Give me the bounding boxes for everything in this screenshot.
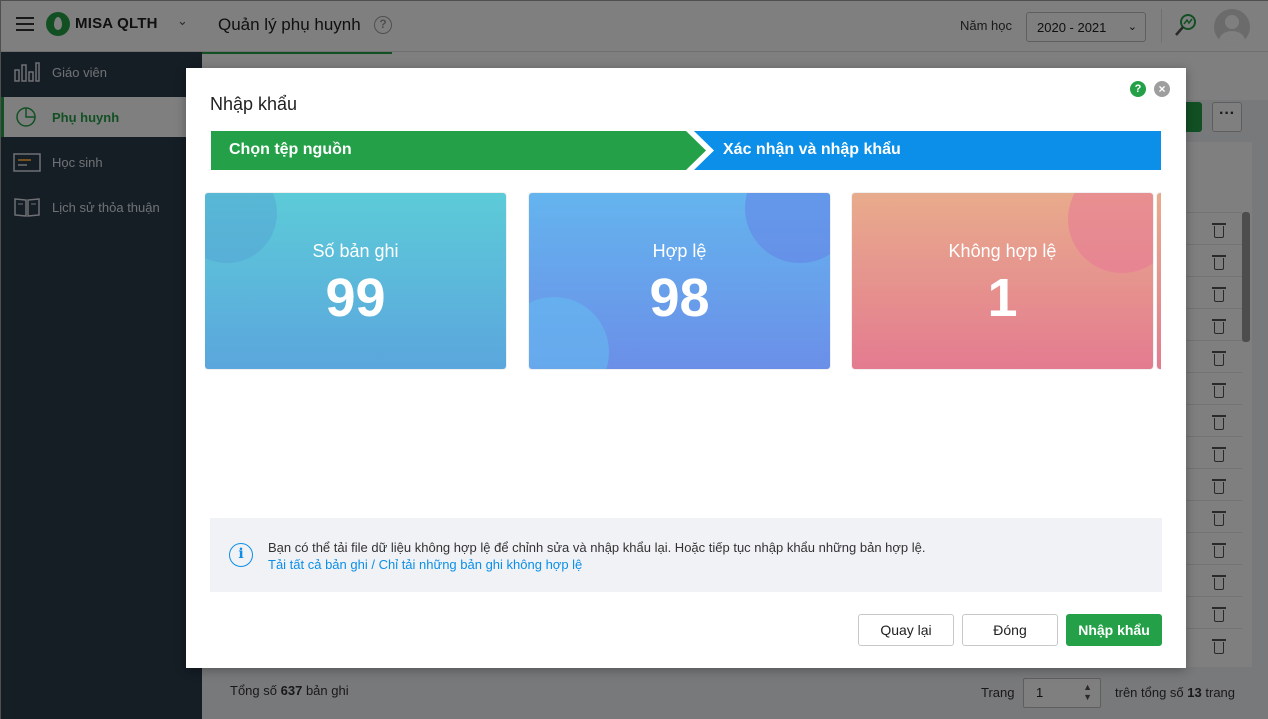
card-value: 98: [649, 268, 710, 328]
close-button[interactable]: Đóng: [962, 614, 1058, 646]
card-label: Hợp lệ: [652, 241, 707, 261]
step-indicator: Chọn tệp nguồn Xác nhận và nhập khẩu: [211, 131, 1161, 170]
summary-cards: Số bản ghi 99 Hợp lệ 98 Không hợp lệ 1: [205, 192, 1161, 370]
step-1-label: Chọn tệp nguồn: [229, 141, 352, 158]
dialog-title: Nhập khẩu: [210, 94, 298, 114]
info-icon: i: [229, 543, 253, 567]
import-button[interactable]: Nhập khẩu: [1066, 614, 1162, 646]
valid-records-card: Hợp lệ 98: [529, 193, 830, 369]
close-icon[interactable]: ×: [1154, 81, 1170, 97]
partial-card: [1157, 193, 1161, 369]
step-2-label: Xác nhận và nhập khẩu: [723, 141, 901, 158]
help-icon[interactable]: ?: [1130, 81, 1146, 97]
download-invalid-link[interactable]: Chỉ tải những bản ghi không hợp lệ: [379, 557, 583, 572]
info-text: Bạn có thể tải file dữ liệu không hợp lệ…: [268, 540, 926, 555]
card-label: Không hợp lệ: [948, 241, 1057, 261]
link-separator: /: [367, 557, 379, 572]
card-label: Số bản ghi: [312, 241, 399, 261]
download-links: Tải tất cả bản ghi / Chỉ tải những bản g…: [268, 557, 582, 572]
info-box: i Bạn có thể tải file dữ liệu không hợp …: [210, 518, 1162, 592]
total-records-card: Số bản ghi 99: [205, 193, 506, 369]
download-all-link[interactable]: Tải tất cả bản ghi: [268, 557, 368, 572]
back-button[interactable]: Quay lại: [858, 614, 954, 646]
card-value: 1: [987, 268, 1018, 328]
import-dialog: Nhập khẩu ? × Chọn tệp nguồn Xác nhận và…: [186, 68, 1186, 668]
card-value: 99: [325, 268, 386, 328]
invalid-records-card: Không hợp lệ 1: [852, 193, 1153, 369]
